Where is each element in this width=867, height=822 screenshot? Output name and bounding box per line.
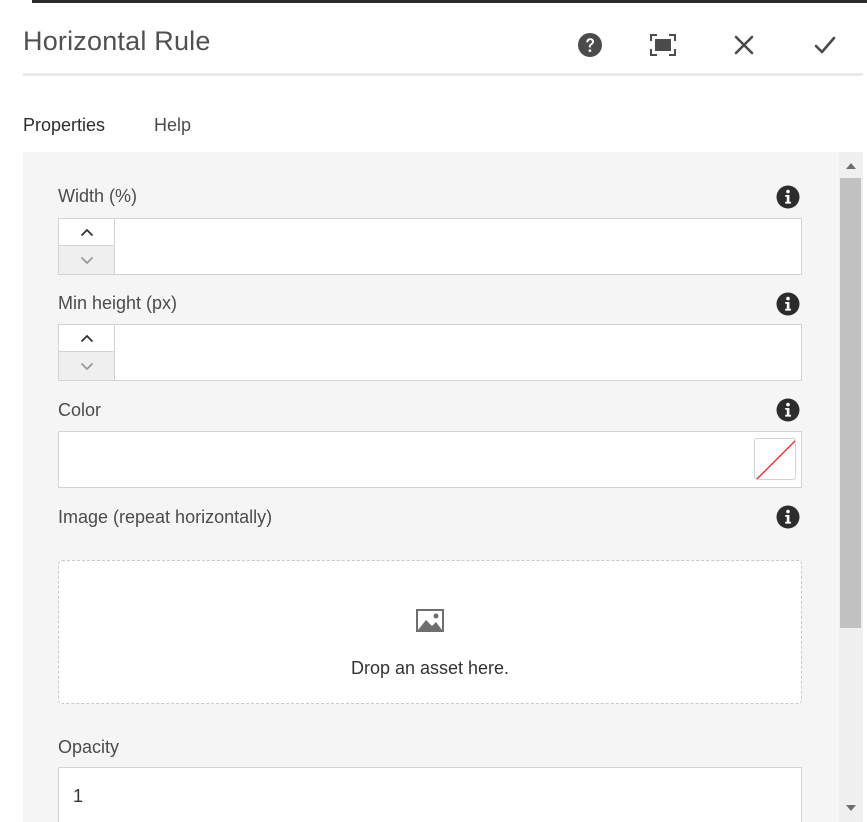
vertical-scrollbar[interactable] (839, 152, 863, 822)
dropzone-text: Drop an asset here. (350, 658, 510, 678)
min-height-info-icon[interactable] (776, 292, 800, 316)
width-label: Width (%) (58, 186, 138, 206)
color-info-icon[interactable] (776, 398, 800, 422)
checkmark-icon (814, 36, 836, 54)
scroll-down-button[interactable] (839, 798, 863, 818)
opacity-field (58, 767, 802, 822)
opacity-label: Opacity (58, 737, 120, 757)
width-info-icon[interactable] (776, 185, 800, 209)
color-label: Color (58, 400, 102, 420)
fullscreen-button[interactable] (648, 30, 678, 60)
triangle-down-icon (846, 805, 856, 811)
color-input[interactable] (59, 432, 749, 487)
properties-panel: Width (%) Min height (px) Color Image (r… (23, 152, 863, 822)
dialog-title: Horizontal Rule (23, 26, 211, 56)
image-icon (416, 609, 444, 632)
close-button[interactable] (729, 30, 759, 60)
tab-properties[interactable]: Properties (23, 115, 105, 155)
width-input[interactable] (116, 219, 801, 274)
done-button[interactable] (810, 30, 840, 60)
scroll-up-button[interactable] (839, 156, 863, 176)
width-increment-button[interactable] (59, 219, 114, 246)
min-height-input[interactable] (116, 325, 801, 380)
chevron-up-icon (80, 228, 93, 236)
min-height-number-field (58, 324, 802, 381)
chevron-down-icon (80, 256, 93, 264)
dialog-header: Horizontal Rule (23, 0, 863, 76)
min-height-increment-button[interactable] (59, 325, 114, 352)
opacity-input[interactable] (59, 768, 801, 822)
width-stepper (59, 219, 115, 274)
color-swatch-button[interactable] (754, 438, 796, 480)
min-height-label: Min height (px) (58, 293, 178, 313)
triangle-up-icon (846, 163, 856, 169)
help-circle-icon (578, 33, 602, 57)
fullscreen-icon (650, 34, 676, 56)
no-color-swatch-icon (755, 439, 795, 479)
width-number-field (58, 218, 802, 275)
color-field (58, 431, 802, 488)
tab-help[interactable]: Help (154, 115, 191, 155)
image-info-icon[interactable] (776, 505, 800, 529)
image-label: Image (repeat horizontally) (58, 507, 273, 527)
close-icon (734, 35, 754, 55)
chevron-up-icon (80, 334, 93, 342)
image-dropzone[interactable]: Drop an asset here. (58, 560, 802, 704)
help-button[interactable] (575, 30, 605, 60)
width-decrement-button[interactable] (59, 246, 114, 274)
min-height-decrement-button[interactable] (59, 352, 114, 380)
chevron-down-icon (80, 362, 93, 370)
min-height-stepper (59, 325, 115, 380)
scroll-thumb[interactable] (840, 178, 861, 628)
